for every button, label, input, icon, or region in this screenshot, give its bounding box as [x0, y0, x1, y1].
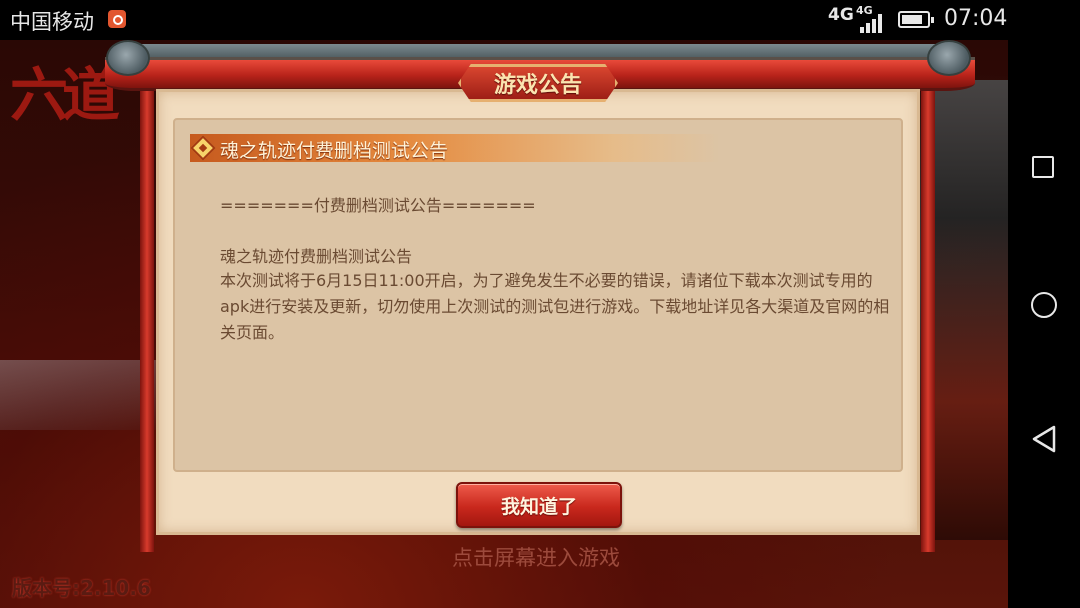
tap-to-enter-hint: 点击屏幕进入游戏	[452, 546, 620, 570]
character-artwork	[930, 80, 1008, 540]
signal-icon	[860, 13, 886, 33]
clock: 07:04	[944, 6, 1008, 31]
announcement-heading: 魂之轨迹付费删档测试公告	[220, 140, 449, 162]
frame-pillar-right	[921, 88, 935, 552]
version-label: 版本号:2.10.6	[12, 576, 151, 600]
confirm-button[interactable]: 我知道了	[456, 482, 622, 528]
blade-artwork	[0, 360, 160, 430]
frame-knob-left	[106, 40, 150, 76]
dialog-title: 游戏公告	[493, 73, 582, 98]
notice-body: 本次测试将于6月15日11:00开启，为了避免发生不必要的错误，请诸位下载本次测…	[220, 271, 890, 342]
navigation-bar	[1008, 40, 1080, 608]
notification-icon	[108, 10, 126, 28]
notice-title: 魂之轨迹付费删档测试公告	[220, 247, 413, 266]
status-bar: 中国移动 4G 4G 07:04	[0, 0, 1080, 40]
separator-line: =======付费删档测试公告=======	[220, 196, 536, 215]
battery-icon	[898, 11, 934, 28]
recents-icon[interactable]	[1032, 156, 1054, 178]
frame-knob-right	[927, 40, 971, 76]
carrier-name: 中国移动	[10, 10, 94, 34]
back-icon[interactable]	[1030, 424, 1058, 454]
confirm-button-label: 我知道了	[500, 495, 577, 518]
dialog-title-badge: 游戏公告	[458, 64, 618, 102]
frame-pillar-left	[140, 88, 154, 552]
home-icon[interactable]	[1031, 292, 1057, 318]
network-type-primary: 4G	[828, 5, 854, 25]
